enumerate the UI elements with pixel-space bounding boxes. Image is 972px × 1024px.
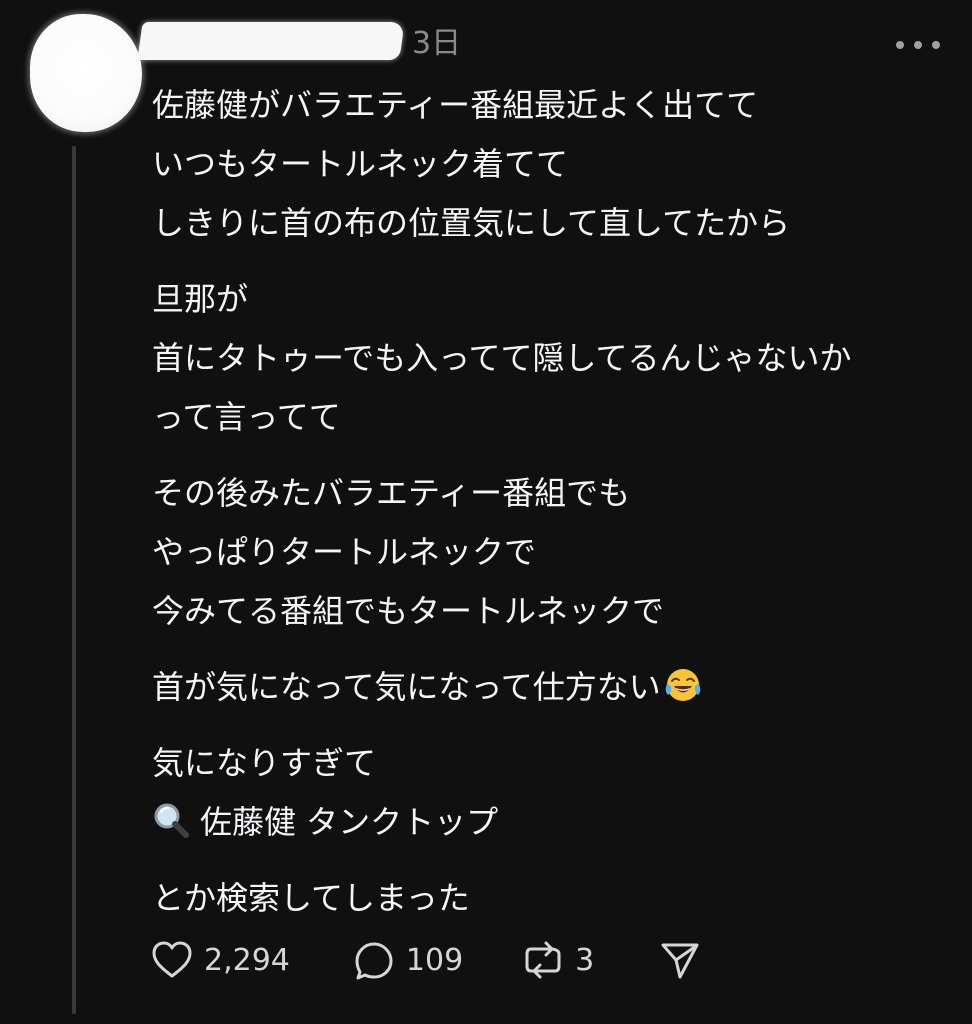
post-line: 佐藤健がバラエティー番組最近よく出てて <box>152 86 759 124</box>
thread-line <box>72 146 76 1014</box>
post-line: いつもタートルネック着てて <box>152 145 569 183</box>
username-redacted[interactable] <box>137 22 405 60</box>
post-paragraph: 気になりすぎて 佐藤健 タンクトップ <box>152 734 952 852</box>
post-line: しきりに首の布の位置気にして直してたから <box>152 204 791 242</box>
post-line-text: 首が気になって気になって仕方ない <box>152 668 661 706</box>
post-line: 気になりすぎて <box>152 744 377 782</box>
post-line: 佐藤健 タンクトップ <box>152 793 952 852</box>
post-paragraph: とか検索してしまった <box>152 869 952 928</box>
send-icon <box>661 943 699 979</box>
repost-button[interactable]: 3 <box>521 939 594 981</box>
magnifying-glass-icon <box>154 803 189 838</box>
reply-button[interactable]: 109 <box>352 939 463 981</box>
like-count: 2,294 <box>204 942 290 978</box>
post-line: 今みてる番組でもタートルネックで <box>152 592 665 630</box>
post-line: って言ってて <box>152 398 341 436</box>
post-paragraph: 佐藤健がバラエティー番組最近よく出てて いつもタートルネック着てて しきりに首の… <box>152 76 952 253</box>
speech-bubble-icon <box>355 942 393 980</box>
action-bar: 2,294 109 3 <box>150 936 762 984</box>
more-horizontal-icon-dot <box>914 41 922 49</box>
post-paragraph: その後みたバラエティー番組でも やっぱりタートルネックで 今みてる番組でもタート… <box>152 464 952 641</box>
post-line: 旦那が <box>152 280 249 318</box>
reply-count: 109 <box>405 942 464 978</box>
avatar[interactable] <box>30 14 142 132</box>
repost-icon <box>525 941 561 979</box>
search-query-text: 佐藤健 タンクトップ <box>200 803 499 841</box>
post-line: やっぱりタートルネックで <box>152 533 537 571</box>
post-line: とか検索してしまった <box>152 879 470 917</box>
share-button[interactable] <box>658 939 702 981</box>
more-horizontal-icon-dot <box>896 41 904 49</box>
heart-icon <box>152 941 192 978</box>
thread-post: 3日 佐藤健がバラエティー番組最近よく出てて いつもタートルネック着てて しきり… <box>0 0 972 1024</box>
timestamp: 3日 <box>412 26 462 61</box>
post-line: その後みたバラエティー番組でも <box>152 474 631 512</box>
repost-count: 3 <box>575 942 595 978</box>
more-options-button[interactable] <box>896 30 940 60</box>
post-line: 首が気になって気になって仕方ない <box>152 658 952 717</box>
post-paragraph: 首が気になって気になって仕方ない <box>152 658 952 717</box>
post-paragraph: 旦那が 首にタトゥーでも入ってて隠してるんじゃないか って言ってて <box>152 270 952 447</box>
face-with-tears-of-joy-icon <box>665 669 701 701</box>
more-horizontal-icon-dot <box>932 41 940 49</box>
post-body: 佐藤健がバラエティー番組最近よく出てて いつもタートルネック着てて しきりに首の… <box>152 76 952 945</box>
post-line: 首にタトゥーでも入ってて隠してるんじゃないか <box>152 339 852 377</box>
like-button[interactable]: 2,294 <box>150 939 290 981</box>
